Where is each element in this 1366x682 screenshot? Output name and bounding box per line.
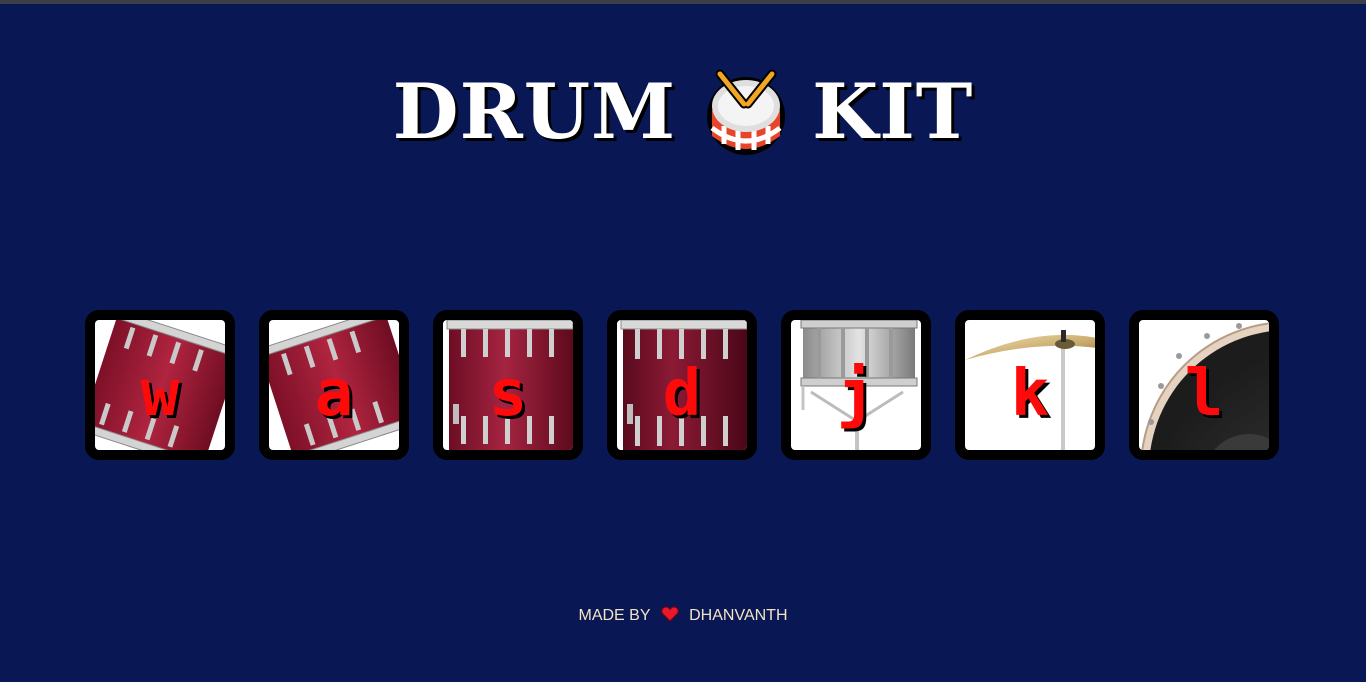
- pad-key-label: k: [1010, 357, 1050, 431]
- drum-pad-l[interactable]: l: [1129, 310, 1279, 460]
- pad-key-label: d: [662, 357, 702, 431]
- drum-pad-k[interactable]: k: [955, 310, 1105, 460]
- pad-key-label: j: [836, 357, 876, 431]
- drum-icon: [707, 69, 786, 155]
- drum-pad-s[interactable]: s: [433, 310, 583, 460]
- heart-icon: [660, 606, 679, 622]
- drum-pad-w[interactable]: w: [85, 310, 235, 460]
- footer-made-by: MADE BY: [578, 607, 651, 624]
- drum-pads: w a s d j k l: [85, 310, 1281, 460]
- title-kit: KIT: [812, 67, 974, 156]
- drum-pad-d[interactable]: d: [607, 310, 757, 460]
- page-title: DRUM KIT: [0, 62, 1366, 162]
- browser-top-strip: [0, 0, 1366, 4]
- pad-key-label: w: [140, 357, 180, 431]
- footer-credit: MADE BY DHANVANTH: [0, 604, 1366, 628]
- drum-pad-j[interactable]: j: [781, 310, 931, 460]
- pad-key-label: l: [1184, 357, 1224, 431]
- footer-author: DHANVANTH: [689, 607, 788, 624]
- title-drum: DRUM: [392, 67, 677, 156]
- drum-pad-a[interactable]: a: [259, 310, 409, 460]
- pad-key-label: s: [488, 357, 528, 431]
- pad-key-label: a: [314, 357, 354, 431]
